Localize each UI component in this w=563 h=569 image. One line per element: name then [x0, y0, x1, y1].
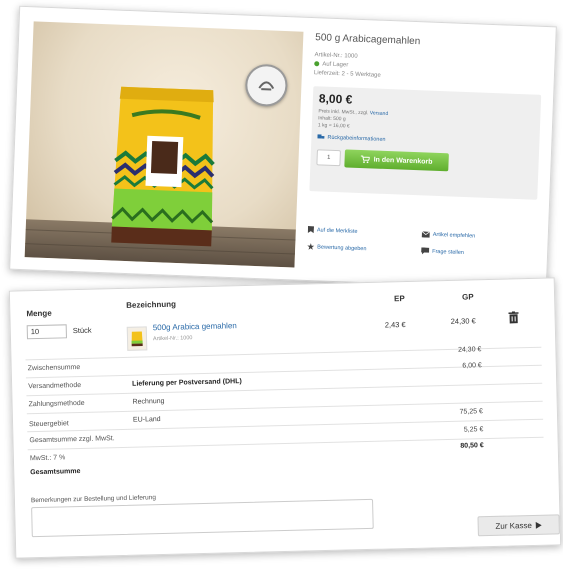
action-review-label: Bewertung abgeben — [317, 243, 367, 252]
truck-icon — [317, 134, 325, 139]
product-detail-card: 500 g Arabicagemahlen Artikel-Nr.: 1000 … — [9, 5, 557, 291]
header-description: Bezeichnung — [126, 299, 177, 310]
bookmark-icon — [307, 226, 315, 234]
action-question[interactable]: Frage stellen — [421, 247, 535, 258]
summary-label-payment: Zahlungsmethode — [28, 399, 85, 409]
summary-amount-shipping: 6,00 € — [462, 362, 482, 370]
comment-textarea[interactable] — [31, 498, 374, 538]
cart-quantity-input[interactable]: 10 — [26, 324, 67, 340]
summary-value-tax-region: EU-Land — [132, 416, 161, 424]
header-total-price: GP — [461, 292, 474, 302]
summary-label-net-total: Gesamtsumme zzgl. MwSt. — [29, 435, 115, 445]
in-stock-dot-icon — [314, 61, 320, 67]
comment-label: Bemerkungen zur Bestellung und Lieferung — [30, 494, 157, 505]
action-review[interactable]: Bewertung abgeben — [307, 243, 421, 254]
cart-item-thumbnail[interactable] — [126, 326, 148, 351]
play-arrow-icon — [535, 521, 542, 529]
product-actions: Auf die Merkliste Artikel empfehlen Bewe… — [307, 226, 536, 259]
cart-icon — [360, 155, 370, 164]
delete-trash-icon[interactable] — [508, 311, 519, 324]
product-info: 500 g Arabicagemahlen Artikel-Nr.: 1000 … — [309, 32, 543, 200]
cart-item-name-link[interactable]: 500g Arabica gemahlen — [153, 321, 237, 332]
add-to-cart-label: In den Warenkorb — [373, 155, 433, 166]
summary-label-tax-region: Steuergebiet — [29, 420, 69, 429]
price-box: 8,00 € Preis inkl. MwSt., zzgl. Versand … — [309, 86, 542, 200]
mail-icon — [421, 230, 430, 238]
action-question-label: Frage stellen — [432, 248, 465, 256]
buy-row: 1 In den Warenkorb — [316, 148, 449, 172]
summary-amount-subtotal: 24,30 € — [457, 346, 482, 354]
action-recommend-label: Artikel empfehlen — [432, 231, 476, 239]
checkout-button[interactable]: Zur Kasse — [477, 514, 560, 537]
quantity-select[interactable]: 1 — [316, 149, 341, 167]
shopping-cart-card: Menge Bezeichnung EP GP 10 Stück 500g Ar… — [8, 277, 562, 559]
header-unit-price: EP — [394, 294, 405, 304]
row-divider — [26, 382, 543, 397]
summary-amount-net-total: 75,25 € — [459, 408, 483, 416]
product-title: 500 g Arabicagemahlen — [315, 32, 421, 48]
summary-value-payment: Rechnung — [132, 397, 165, 406]
star-icon — [307, 243, 315, 250]
coffee-bag-thumb-icon — [131, 331, 143, 347]
summary-label-shipping: Versandmethode — [28, 381, 82, 391]
info-link-label: Rückgabeinformationen — [327, 134, 386, 143]
action-wishlist-label: Auf die Merkliste — [316, 226, 358, 235]
summary-label-vat: MwSt.: 7 % — [29, 454, 66, 463]
header-quantity: Menge — [26, 308, 52, 319]
quantity-unit: Stück — [72, 325, 92, 336]
cart-item-unit-price: 2,43 € — [384, 320, 406, 330]
chat-icon — [421, 247, 430, 255]
availability-text: Auf Lager — [322, 61, 349, 69]
cart-item-total-price: 24,30 € — [450, 316, 476, 326]
cart-item-article-number: Artikel-Nr.: 1000 — [152, 335, 193, 343]
summary-label-subtotal: Zwischensumme — [27, 363, 81, 373]
organic-seal-icon — [244, 63, 289, 108]
action-wishlist[interactable]: Auf die Merkliste — [307, 226, 422, 237]
checkout-label: Zur Kasse — [495, 520, 533, 531]
coffee-bag-image — [111, 86, 215, 247]
shipping-link[interactable]: Versand — [370, 110, 389, 117]
product-image[interactable] — [24, 21, 304, 268]
summary-amount-grand-total: 80,50 € — [460, 442, 484, 450]
summary-amount-vat: 5,25 € — [463, 426, 484, 434]
summary-value-shipping: Lieferung per Postversand (DHL) — [132, 378, 242, 388]
summary-label-grand-total: Gesamtsumme — [30, 468, 81, 477]
action-recommend[interactable]: Artikel empfehlen — [421, 230, 536, 241]
add-to-cart-button[interactable]: In den Warenkorb — [344, 149, 449, 172]
